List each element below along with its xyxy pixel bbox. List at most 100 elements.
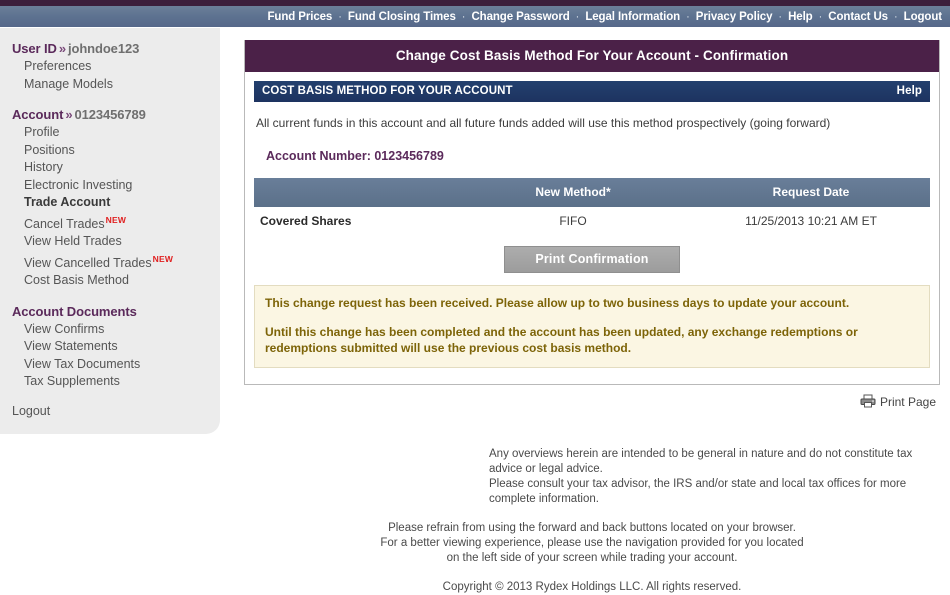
print-confirmation-button[interactable]: Print Confirmation — [504, 246, 680, 273]
sidebar-user-id-value: johndoe123 — [67, 41, 140, 56]
sidebar-item-label: Profile — [24, 125, 60, 139]
cell-request-date: 11/25/2013 10:21 AM ET — [745, 214, 877, 228]
sidebar: User ID» johndoe123 Preferences Manage Mo… — [0, 28, 220, 434]
table-head: New Method* Request Date — [254, 178, 930, 207]
sidebar-item-label: Electronic Investing — [24, 177, 133, 192]
button-row: Print Confirmation — [254, 235, 930, 283]
cell-share-type: Covered Shares — [260, 214, 352, 228]
column-header-new-method: New Method* — [454, 178, 692, 207]
sidebar-item-tax-supplements[interactable]: Tax Supplements — [0, 373, 220, 391]
sidebar-item-view-cancelled-trades[interactable]: View Cancelled TradesNEW — [0, 251, 220, 273]
nav-separator: · — [893, 10, 898, 23]
footer-disclaimer: Any overviews herein are intended to be … — [244, 447, 940, 507]
nav-separator: · — [575, 10, 580, 23]
sidebar-item-history[interactable]: History — [0, 159, 220, 177]
sidebar-item-logout[interactable]: Logout — [0, 402, 220, 420]
sidebar-item-view-tax-documents[interactable]: View Tax Documents — [0, 356, 220, 374]
notice-line-1: This change request has been received. P… — [265, 296, 850, 310]
nav-separator: · — [778, 10, 783, 23]
sidebar-heading-account-documents: Account Documents — [0, 301, 220, 321]
sidebar-item-cancel-trades[interactable]: Cancel TradesNEW — [0, 212, 220, 234]
sidebar-item-label: Manage Models — [24, 76, 113, 91]
footer-disclaimer-line-1: Any overviews herein are intended to be … — [489, 447, 913, 475]
table-row: Covered Shares FIFO 11/25/2013 10:21 AM … — [254, 207, 930, 235]
chevron-right-icon: » — [58, 41, 66, 56]
sidebar-heading-account-label: Account — [12, 107, 64, 122]
footer: Any overviews herein are intended to be … — [244, 411, 940, 595]
sidebar-item-label: View Statements — [24, 339, 118, 354]
new-badge: NEW — [152, 253, 174, 264]
table-header-row: New Method* Request Date — [254, 178, 930, 207]
main-content: Change Cost Basis Method For Your Accoun… — [220, 28, 950, 595]
sidebar-item-manage-models[interactable]: Manage Models — [0, 76, 220, 94]
sidebar-item-electronic-investing[interactable]: Electronic Investing — [0, 177, 220, 195]
section-header: COST BASIS METHOD FOR YOUR ACCOUNT Help — [254, 81, 930, 102]
sidebar-account-number-value: 0123456789 — [74, 107, 146, 122]
print-page-row: Print Page — [244, 385, 938, 411]
sidebar-item-label: Cost Basis Method — [24, 273, 129, 288]
nav-link-fund-prices[interactable]: Fund Prices — [267, 11, 332, 23]
sidebar-item-profile[interactable]: Profile — [0, 124, 220, 142]
sidebar-item-preferences[interactable]: Preferences — [0, 58, 220, 76]
nav-link-logout[interactable]: Logout — [904, 11, 942, 23]
intro-text: All current funds in this account and al… — [256, 116, 831, 130]
sidebar-heading-account-documents-label: Account Documents — [12, 303, 137, 319]
nav-link-legal-information[interactable]: Legal Information — [585, 11, 680, 23]
nav-separator: · — [461, 10, 466, 23]
sidebar-item-view-confirms[interactable]: View Confirms — [0, 321, 220, 339]
column-header-blank — [254, 178, 454, 207]
sidebar-heading-user-id: User ID» johndoe123 — [0, 38, 220, 58]
footer-copyright: Copyright © 2013 Rydex Holdings LLC. All… — [442, 580, 742, 593]
footer-browser-notice: Please refrain from using the forward an… — [244, 521, 940, 566]
notice-line-2: Until this change has been completed and… — [265, 324, 858, 356]
chevron-right-icon: » — [65, 107, 73, 122]
sidebar-item-label: View Confirms — [24, 321, 105, 336]
sidebar-item-label: History — [24, 160, 63, 174]
sidebar-heading-user-id-label: User ID — [12, 41, 57, 56]
sidebar-item-label: Logout — [12, 403, 51, 418]
section-help-link[interactable]: Help — [897, 85, 922, 97]
nav-link-privacy-policy[interactable]: Privacy Policy — [696, 11, 773, 23]
new-badge: NEW — [105, 214, 127, 225]
sidebar-item-trade-account[interactable]: Trade Account — [0, 194, 220, 212]
section-header-title: COST BASIS METHOD FOR YOUR ACCOUNT — [262, 85, 513, 97]
sidebar-item-label: View Held Trades — [24, 234, 122, 249]
footer-browser-line-2: For a better viewing experience, please … — [380, 536, 804, 549]
nav-separator: · — [338, 10, 342, 23]
sidebar-item-label: Tax Supplements — [24, 374, 120, 389]
account-number-line: Account Number: 0123456789 — [266, 149, 444, 163]
nav-link-contact-us[interactable]: Contact Us — [828, 11, 888, 23]
footer-browser-line-3: on the left side of your screen while tr… — [446, 551, 738, 564]
print-page-label: Print Page — [879, 395, 936, 409]
cost-basis-panel: Change Cost Basis Method For Your Accoun… — [244, 40, 940, 385]
sidebar-item-label: Cancel Trades — [24, 216, 105, 231]
sidebar-item-view-statements[interactable]: View Statements — [0, 338, 220, 356]
notice-box: This change request has been received. P… — [254, 285, 930, 368]
sidebar-item-view-held-trades[interactable]: View Held Trades — [0, 233, 220, 251]
nav-link-change-password[interactable]: Change Password — [471, 11, 569, 23]
sidebar-heading-account: Account» 0123456789 — [0, 104, 220, 124]
print-page-link[interactable]: Print Page — [860, 394, 936, 411]
cell-new-method: FIFO — [559, 214, 587, 228]
panel-body: COST BASIS METHOD FOR YOUR ACCOUNT Help … — [245, 72, 939, 384]
column-header-request-date: Request Date — [692, 178, 930, 207]
sidebar-item-label: Positions — [24, 142, 75, 157]
sidebar-item-positions[interactable]: Positions — [0, 142, 220, 160]
nav-link-help[interactable]: Help — [788, 11, 813, 23]
sidebar-item-label: View Tax Documents — [24, 356, 141, 371]
sidebar-item-cost-basis-method[interactable]: Cost Basis Method — [0, 272, 220, 290]
page-title: Change Cost Basis Method For Your Accoun… — [245, 40, 939, 72]
top-navigation-bar: Fund Prices · Fund Closing Times · Chang… — [0, 6, 950, 28]
sidebar-item-label: Preferences — [24, 59, 92, 73]
sidebar-item-label: View Cancelled Trades — [24, 255, 152, 270]
sidebar-item-label: Trade Account — [24, 195, 111, 209]
nav-link-fund-closing-times[interactable]: Fund Closing Times — [348, 11, 456, 23]
footer-browser-line-1: Please refrain from using the forward an… — [388, 521, 796, 534]
printer-icon — [860, 394, 876, 411]
footer-disclaimer-line-2: Please consult your tax advisor, the IRS… — [489, 477, 907, 505]
nav-separator: · — [686, 10, 690, 23]
cost-basis-table: New Method* Request Date Covered Shares … — [254, 178, 930, 235]
